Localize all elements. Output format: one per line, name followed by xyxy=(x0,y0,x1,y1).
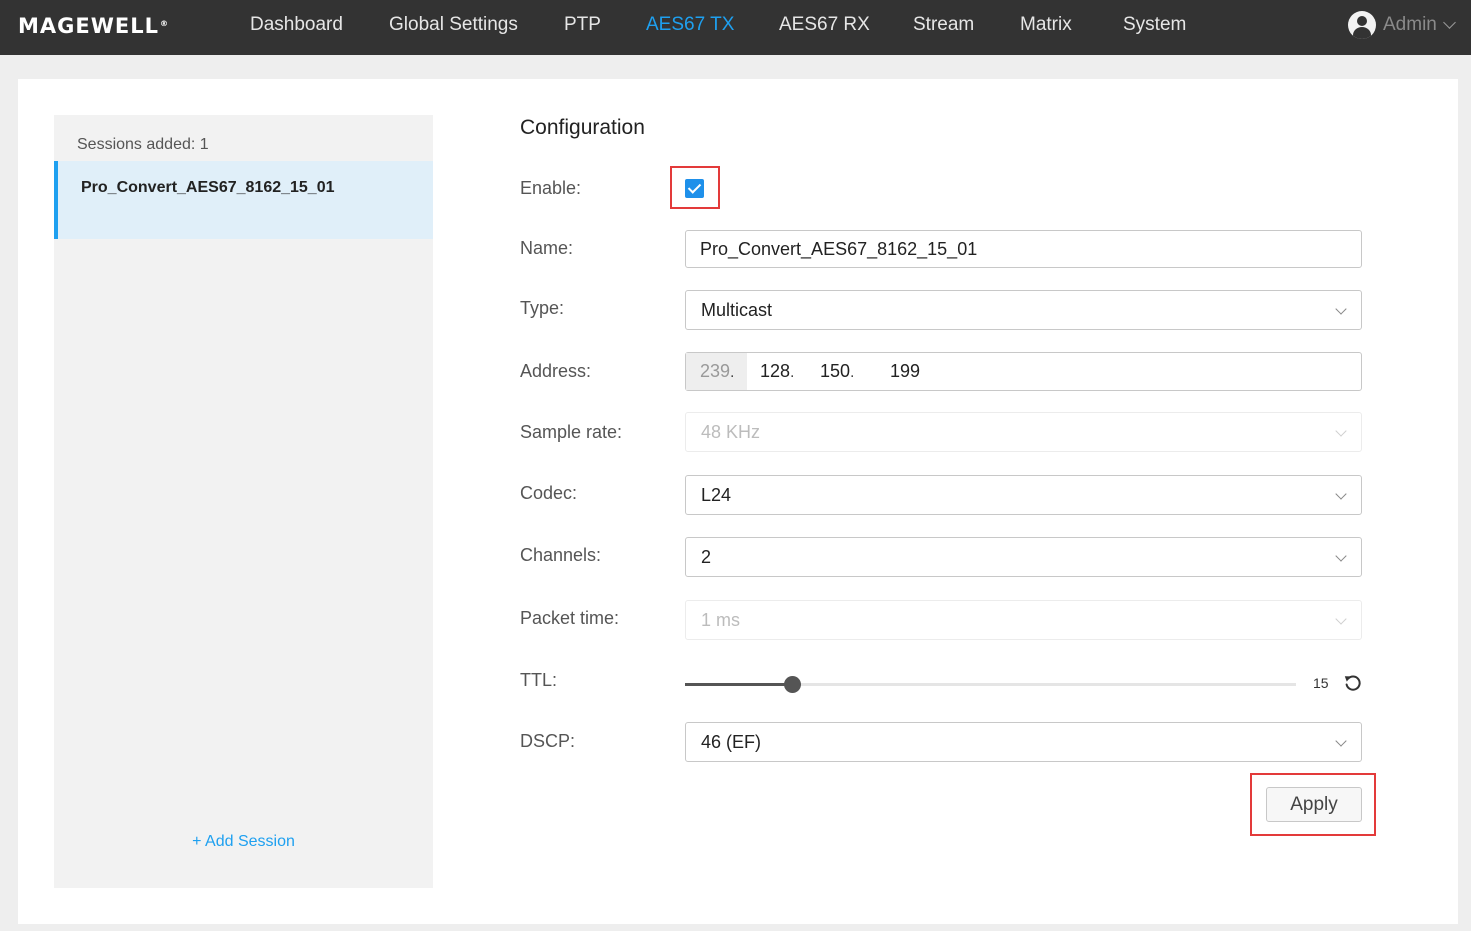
ttl-slider-fill xyxy=(685,683,793,686)
channels-label: Channels: xyxy=(520,545,602,565)
address-octet-1: 239. xyxy=(686,353,747,390)
type-select[interactable]: Multicast xyxy=(685,290,1362,330)
top-nav-bar: MAGEWELL® Dashboard Global Settings PTP … xyxy=(0,0,1471,55)
codec-label: Codec: xyxy=(520,483,578,503)
packet-time-select: 1 ms xyxy=(685,600,1362,640)
dscp-label: DSCP: xyxy=(520,731,576,751)
ttl-label: TTL: xyxy=(520,670,558,690)
nav-ptp[interactable]: PTP xyxy=(564,0,601,55)
packet-time-value: 1 ms xyxy=(701,610,741,630)
nav-matrix[interactable]: Matrix xyxy=(1020,0,1072,55)
enable-checkbox[interactable] xyxy=(685,179,704,198)
session-name: Pro_Convert_AES67_8162_15_01 xyxy=(81,179,335,196)
add-session-link[interactable]: + Add Session xyxy=(54,833,433,851)
name-label: Name: xyxy=(520,238,574,258)
ttl-value: 15 xyxy=(1313,675,1329,691)
packet-time-label: Packet time: xyxy=(520,608,620,628)
address-octet-2[interactable]: 128. xyxy=(747,353,820,390)
enable-label: Enable: xyxy=(520,178,582,198)
codec-select[interactable]: L24 xyxy=(685,475,1362,515)
dscp-select[interactable]: 46 (EF) xyxy=(685,722,1362,762)
chevron-down-icon xyxy=(1335,735,1347,747)
nav-aes67-tx[interactable]: AES67 TX xyxy=(646,0,734,55)
chevron-down-icon xyxy=(1335,488,1347,500)
chevron-down-icon xyxy=(1442,15,1456,29)
session-list: Sessions added: 1 Pro_Convert_AES67_8162… xyxy=(54,115,433,888)
user-avatar-icon xyxy=(1348,11,1376,39)
sessions-count: Sessions added: 1 xyxy=(77,136,209,153)
address-label: Address: xyxy=(520,361,592,381)
user-name: Admin xyxy=(1383,14,1437,35)
address-octet-3[interactable]: 150. xyxy=(820,353,890,390)
sample-rate-value: 48 KHz xyxy=(701,422,761,442)
sample-rate-label: Sample rate: xyxy=(520,422,623,442)
channels-value: 2 xyxy=(701,547,712,567)
reset-icon[interactable] xyxy=(1343,673,1363,693)
nav-stream[interactable]: Stream xyxy=(913,0,974,55)
address-octet-4[interactable]: 199 xyxy=(890,353,920,390)
type-value: Multicast xyxy=(701,300,773,320)
name-input[interactable]: Pro_Convert_AES67_8162_15_01 xyxy=(685,230,1362,268)
nav-aes67-rx[interactable]: AES67 RX xyxy=(779,0,870,55)
channels-select[interactable]: 2 xyxy=(685,537,1362,577)
chevron-down-icon xyxy=(1335,550,1347,562)
logo-trademark: ® xyxy=(160,19,170,28)
nav-global-settings[interactable]: Global Settings xyxy=(389,0,518,55)
sample-rate-select: 48 KHz xyxy=(685,412,1362,452)
nav-dashboard[interactable]: Dashboard xyxy=(250,0,343,55)
logo-text: MAGEWELL xyxy=(18,14,160,38)
address-input: 239. 128. 150. 199 xyxy=(685,352,1362,391)
codec-value: L24 xyxy=(701,485,732,505)
chevron-down-icon xyxy=(1335,303,1347,315)
magewell-logo[interactable]: MAGEWELL® xyxy=(18,13,169,39)
user-menu[interactable]: Admin xyxy=(1348,10,1456,40)
nav-system[interactable]: System xyxy=(1123,0,1186,55)
chevron-down-icon xyxy=(1335,425,1347,437)
configuration-title: Configuration xyxy=(520,116,645,139)
apply-button[interactable]: Apply xyxy=(1266,787,1362,822)
type-label: Type: xyxy=(520,298,565,318)
chevron-down-icon xyxy=(1335,613,1347,625)
session-item[interactable]: Pro_Convert_AES67_8162_15_01 xyxy=(54,161,433,239)
dscp-value: 46 (EF) xyxy=(701,732,762,752)
